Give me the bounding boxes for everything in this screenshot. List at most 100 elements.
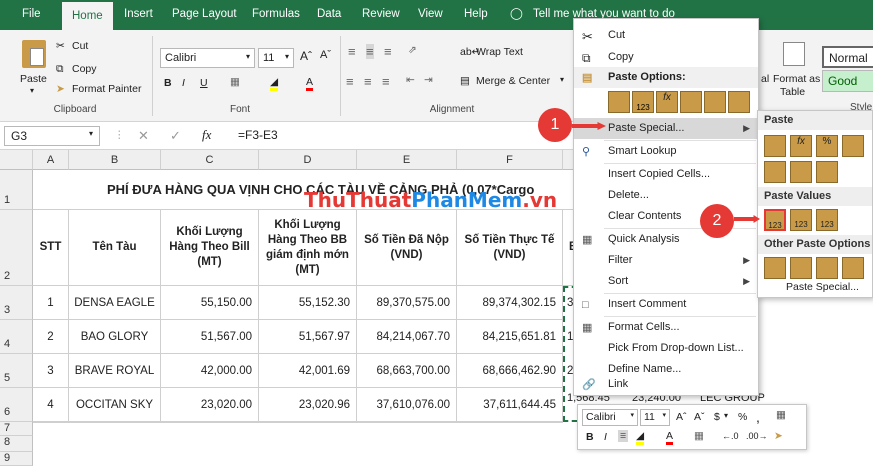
tab-home[interactable]: Home <box>62 0 113 32</box>
menu-item-quick-analysis[interactable]: ▦ Quick Analysis <box>574 229 758 250</box>
header-da-nop[interactable]: Số Tiền Đã Nộp (VND) <box>357 210 457 286</box>
formula-input[interactable]: =F3-E3 <box>238 128 278 142</box>
cut-button[interactable]: Cut <box>72 40 88 52</box>
format-painter-button[interactable]: Format Painter <box>72 83 141 95</box>
increase-font-icon[interactable]: Aˆ <box>300 49 312 63</box>
font-size-dropdown[interactable]: 11 ▾ <box>258 48 294 68</box>
table-cell[interactable]: 51,567.00 <box>161 320 259 354</box>
format-as-table-button-line2[interactable]: Table <box>780 86 805 98</box>
menu-item-smart-lookup[interactable]: ⚲ Smart Lookup <box>574 141 758 162</box>
table-cell[interactable]: 55,150.00 <box>161 286 259 320</box>
table-cell[interactable]: 42,000.00 <box>161 354 259 388</box>
wrap-text-button[interactable]: Wrap Text <box>476 46 523 58</box>
fill-color-icon[interactable]: ◢ <box>270 76 279 91</box>
format-as-table-button[interactable]: Format as <box>773 73 820 85</box>
table-cell[interactable]: 2 <box>33 320 69 354</box>
column-header[interactable]: E <box>357 150 457 170</box>
underline-button[interactable]: U <box>200 77 208 89</box>
row-header[interactable]: 4 <box>0 320 33 354</box>
table-cell[interactable]: 55,152.30 <box>259 286 357 320</box>
paste-no-borders-icon[interactable] <box>764 161 786 183</box>
table-cell[interactable]: 23,020.00 <box>161 388 259 422</box>
menu-item-insert-comment[interactable]: □ Insert Comment <box>574 294 758 315</box>
chevron-down-icon[interactable]: ▾ <box>560 75 564 84</box>
paste-formulas-icon[interactable]: fx <box>656 91 678 113</box>
menu-item-paste-special[interactable]: Paste Special... ▶ <box>574 118 758 139</box>
name-box[interactable]: G3 ▾ <box>4 126 100 146</box>
mini-fill-color-icon[interactable]: ◢ <box>636 430 645 445</box>
paste-dropdown-icon[interactable]: ▾ <box>30 86 34 95</box>
mini-italic-button[interactable]: I <box>604 431 607 443</box>
column-header[interactable]: D <box>259 150 357 170</box>
increase-font-icon[interactable]: Aˆ <box>676 411 687 423</box>
tab-help[interactable]: Help <box>464 0 488 30</box>
menu-item-delete[interactable]: Delete... <box>574 185 758 206</box>
percent-button[interactable]: % <box>738 411 747 423</box>
column-header[interactable]: F <box>457 150 563 170</box>
paste-linked-picture-icon[interactable] <box>842 257 864 279</box>
table-cell[interactable]: DENSA EAGLE <box>69 286 161 320</box>
menu-item-cut[interactable]: ✂ Cut <box>574 25 758 46</box>
table-cell[interactable]: 84,215,651.81 <box>457 320 563 354</box>
menu-item-insert-copied[interactable]: Insert Copied Cells... <box>574 164 758 185</box>
comma-button[interactable]: , <box>756 409 760 425</box>
tab-formulas[interactable]: Formulas <box>252 0 300 30</box>
font-name-dropdown[interactable]: Calibri ▾ <box>160 48 255 68</box>
menu-item-link[interactable]: 🔗 Link <box>574 374 758 395</box>
select-all-corner[interactable] <box>0 150 33 170</box>
paste-transpose-icon[interactable] <box>816 161 838 183</box>
mini-bold-button[interactable]: B <box>586 431 594 443</box>
paste-keep-widths-icon[interactable] <box>790 161 812 183</box>
merge-center-icon[interactable]: ▤ <box>460 75 470 87</box>
paste-values-source-format-icon[interactable]: 123 <box>816 209 838 231</box>
paste-keep-source-icon[interactable] <box>842 135 864 157</box>
header-kl-bb[interactable]: Khối Lượng Hàng Theo BB giám định mớn (M… <box>259 210 357 286</box>
header-stt[interactable]: STT <box>33 210 69 286</box>
align-middle-icon[interactable]: ≡ <box>366 44 374 59</box>
menu-item-sort[interactable]: Sort ▶ <box>574 271 758 292</box>
bold-button[interactable]: B <box>164 77 172 89</box>
table-cell[interactable]: 51,567.97 <box>259 320 357 354</box>
table-cell[interactable]: 89,374,302.15 <box>457 286 563 320</box>
column-header[interactable]: A <box>33 150 69 170</box>
table-cell[interactable]: 89,370,575.00 <box>357 286 457 320</box>
table-cell[interactable]: BRAVE ROYAL <box>69 354 161 388</box>
row-header[interactable]: 2 <box>0 210 33 286</box>
cancel-icon[interactable]: ✕ <box>138 128 149 144</box>
format-painter-icon[interactable]: ➤ <box>56 83 65 95</box>
mini-size-dropdown[interactable]: 11 ▾ <box>640 409 670 426</box>
menu-item-copy[interactable]: ⧉ Copy <box>574 47 758 68</box>
paste-values-icon[interactable]: 123 <box>764 209 786 231</box>
currency-button[interactable]: $ <box>714 411 720 423</box>
row-header[interactable]: 8 <box>0 436 33 452</box>
paste-option-icon[interactable] <box>608 91 630 113</box>
menu-item-pick-list[interactable]: Pick From Drop-down List... <box>574 338 758 359</box>
borders-icon[interactable]: ▦ <box>230 76 240 88</box>
align-left-icon[interactable]: ≡ <box>346 74 354 89</box>
paste-formulas-icon[interactable]: fx <box>790 135 812 157</box>
align-center-icon[interactable]: ≡ <box>364 74 372 89</box>
header-ten-tau[interactable]: Tên Tàu <box>69 210 161 286</box>
mini-font-dropdown[interactable]: Calibri ▾ <box>582 409 638 426</box>
orientation-icon[interactable]: ⇗ <box>408 44 417 56</box>
mini-font-color-icon[interactable]: A <box>666 430 674 445</box>
paste-button-label[interactable]: Paste <box>20 73 47 85</box>
table-cell[interactable]: 3 <box>33 354 69 388</box>
copy-icon[interactable]: ⧉ <box>56 63 64 76</box>
paste-formulas-number-format-icon[interactable]: % <box>816 135 838 157</box>
table-cell[interactable]: 23,020.96 <box>259 388 357 422</box>
decrease-indent-icon[interactable]: ⇤ <box>406 74 415 86</box>
paste-link-icon[interactable] <box>728 91 750 113</box>
tab-data[interactable]: Data <box>317 0 341 30</box>
row-header[interactable]: 9 <box>0 452 33 466</box>
mini-borders-icon[interactable]: ▦ <box>694 430 704 442</box>
enter-icon[interactable]: ✓ <box>170 128 181 144</box>
column-header[interactable]: B <box>69 150 161 170</box>
decrease-font-icon[interactable]: Aˇ <box>694 411 705 423</box>
merge-center-button[interactable]: Merge & Center <box>476 75 550 87</box>
tab-view[interactable]: View <box>418 0 443 30</box>
paste-formatting-icon[interactable] <box>704 91 726 113</box>
tab-page-layout[interactable]: Page Layout <box>172 0 237 30</box>
mini-align-icon[interactable]: ≡ <box>618 430 629 442</box>
tab-insert[interactable]: Insert <box>124 0 153 30</box>
